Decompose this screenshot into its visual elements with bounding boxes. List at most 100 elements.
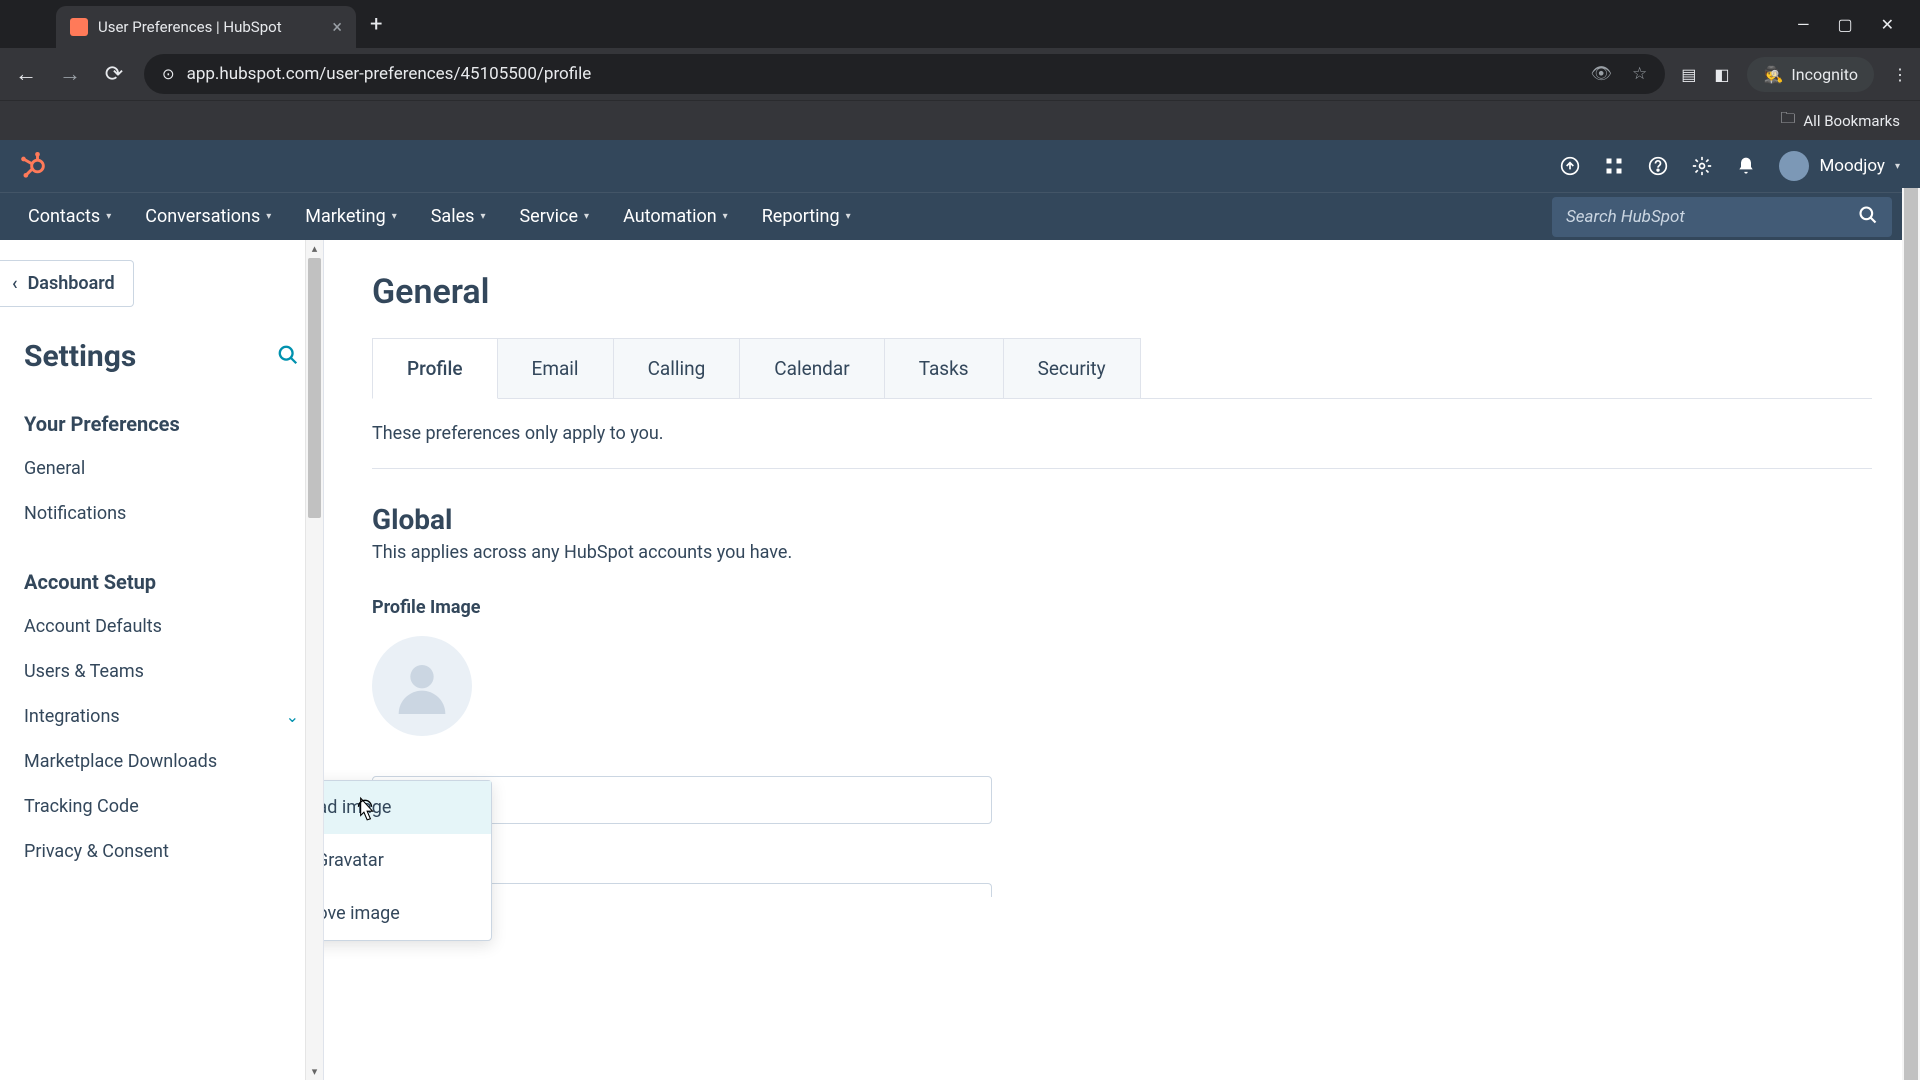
side-panel-icon[interactable]: ◧ <box>1714 65 1729 84</box>
back-to-dashboard-button[interactable]: ‹ Dashboard <box>0 260 134 307</box>
nav-service[interactable]: Service▾ <box>519 206 589 227</box>
url-field[interactable]: ⊙ app.hubspot.com/user-preferences/45105… <box>144 54 1665 94</box>
bookmark-star-icon[interactable]: ☆ <box>1632 64 1647 84</box>
tab-tasks[interactable]: Tasks <box>884 338 1004 398</box>
notifications-bell-icon[interactable] <box>1735 155 1757 177</box>
scrollbar-thumb[interactable] <box>308 258 321 518</box>
help-icon[interactable] <box>1647 155 1669 177</box>
incognito-icon: 🕵 <box>1763 65 1783 84</box>
nav-conversations[interactable]: Conversations▾ <box>145 206 271 227</box>
app-header: Moodjoy ▾ <box>0 140 1920 192</box>
sidebar-scrollbar[interactable]: ▴ ▾ <box>305 240 323 1080</box>
forward-button[interactable]: → <box>56 61 84 87</box>
minimize-icon[interactable]: — <box>1797 15 1810 34</box>
search-box[interactable] <box>1552 197 1892 237</box>
scroll-down-icon[interactable]: ▾ <box>306 1065 323 1078</box>
sidebar-item-notifications[interactable]: Notifications <box>0 491 323 536</box>
all-bookmarks-button[interactable]: 🗀 All Bookmarks <box>1780 108 1900 133</box>
chevron-down-icon: ▾ <box>480 211 485 222</box>
chevron-left-icon: ‹ <box>12 273 18 294</box>
sidebar-item-label: Tracking Code <box>24 796 139 817</box>
url-bar: ← → ⟳ ⊙ app.hubspot.com/user-preferences… <box>0 48 1920 100</box>
reading-list-icon[interactable]: ▤ <box>1681 65 1696 84</box>
sidebar-item-label: General <box>24 458 85 479</box>
sidebar-item-label: Integrations <box>24 706 120 727</box>
last-name-label: Last name <box>372 852 1872 873</box>
sidebar-item-account-defaults[interactable]: Account Defaults <box>0 604 323 649</box>
search-icon[interactable] <box>1858 205 1878 229</box>
sidebar-section-preferences: Your Preferences <box>0 398 323 446</box>
tab-calendar[interactable]: Calendar <box>739 338 884 398</box>
hubspot-favicon <box>70 18 88 36</box>
sidebar-item-label: Marketplace Downloads <box>24 751 217 772</box>
dropdown-remove-image[interactable]: Remove image <box>324 887 491 940</box>
sidebar-item-privacy-consent[interactable]: Privacy & Consent <box>0 829 323 874</box>
profile-image-avatar[interactable] <box>372 636 472 736</box>
incognito-badge[interactable]: 🕵 Incognito <box>1747 57 1874 92</box>
back-button[interactable]: ← <box>12 61 40 87</box>
nav-contacts[interactable]: Contacts▾ <box>28 206 111 227</box>
chevron-down-icon: ▾ <box>723 211 728 222</box>
profile-image-label: Profile Image <box>372 597 1872 618</box>
tab-calling[interactable]: Calling <box>613 338 741 398</box>
folder-icon: 🗀 <box>1780 108 1795 133</box>
all-bookmarks-label: All Bookmarks <box>1803 112 1900 130</box>
sidebar-item-marketplace-downloads[interactable]: Marketplace Downloads <box>0 739 323 784</box>
tab-email[interactable]: Email <box>497 338 614 398</box>
scroll-up-icon[interactable]: ▴ <box>306 242 323 255</box>
user-avatar <box>1779 151 1809 181</box>
content-area: General Profile Email Calling Calendar T… <box>324 240 1920 1080</box>
chevron-down-icon: ▾ <box>106 211 111 222</box>
scrollbar-thumb[interactable] <box>1904 188 1918 1080</box>
chevron-down-icon: ⌄ <box>286 707 299 726</box>
sidebar-item-users-teams[interactable]: Users & Teams <box>0 649 323 694</box>
dropdown-upload-image[interactable]: Upload image <box>324 781 491 834</box>
dropdown-use-gravatar[interactable]: Use Gravatar <box>324 834 491 887</box>
sidebar: ‹ Dashboard Settings Your Preferences Ge… <box>0 240 324 1080</box>
global-section-desc: This applies across any HubSpot accounts… <box>372 542 1872 563</box>
sidebar-item-label: Notifications <box>24 503 126 524</box>
profile-image-dropdown: Upload image Use Gravatar Remove image <box>324 780 492 941</box>
sidebar-item-tracking-code[interactable]: Tracking Code <box>0 784 323 829</box>
search-input[interactable] <box>1566 207 1858 227</box>
browser-menu-icon[interactable]: ⋮ <box>1892 65 1908 84</box>
user-name-label: Moodjoy <box>1819 156 1885 176</box>
global-section-title: Global <box>372 503 1872 536</box>
tabs: Profile Email Calling Calendar Tasks Sec… <box>372 338 1872 399</box>
sidebar-item-integrations[interactable]: Integrations ⌄ <box>0 694 323 739</box>
user-menu[interactable]: Moodjoy ▾ <box>1779 151 1900 181</box>
settings-title: Settings <box>24 339 136 374</box>
browser-tab[interactable]: User Preferences | HubSpot × <box>56 6 356 48</box>
nav-label: Sales <box>431 206 475 227</box>
marketplace-icon[interactable] <box>1603 155 1625 177</box>
dashboard-label: Dashboard <box>28 273 115 294</box>
eye-off-icon[interactable]: 👁 <box>1590 64 1612 84</box>
new-tab-button[interactable]: + <box>356 12 396 37</box>
close-tab-icon[interactable]: × <box>332 17 342 38</box>
nav-sales[interactable]: Sales ▾ <box>431 206 486 227</box>
nav-marketing[interactable]: Marketing▾ <box>305 206 396 227</box>
tab-strip: User Preferences | HubSpot × + — ▢ ✕ <box>0 0 1920 48</box>
close-window-icon[interactable]: ✕ <box>1881 15 1894 34</box>
browser-chrome: User Preferences | HubSpot × + — ▢ ✕ ← →… <box>0 0 1920 140</box>
chevron-down-icon: ▾ <box>392 211 397 222</box>
sidebar-item-label: Account Defaults <box>24 616 162 637</box>
settings-gear-icon[interactable] <box>1691 155 1713 177</box>
nav-reporting[interactable]: Reporting▾ <box>762 206 851 227</box>
reload-button[interactable]: ⟳ <box>100 62 128 87</box>
settings-search-icon[interactable] <box>277 344 299 370</box>
tab-note: These preferences only apply to you. <box>372 399 1872 469</box>
page-scrollbar[interactable] <box>1902 188 1920 1080</box>
hubspot-logo-icon[interactable] <box>20 152 48 180</box>
tab-security[interactable]: Security <box>1003 338 1141 398</box>
site-info-icon[interactable]: ⊙ <box>162 65 175 83</box>
nav-automation[interactable]: Automation▾ <box>623 206 728 227</box>
app-body: ‹ Dashboard Settings Your Preferences Ge… <box>0 240 1920 1080</box>
chevron-down-icon: ▾ <box>584 211 589 222</box>
upgrade-icon[interactable] <box>1559 155 1581 177</box>
tab-profile[interactable]: Profile <box>372 338 498 399</box>
maximize-icon[interactable]: ▢ <box>1837 15 1852 34</box>
sidebar-section-account: Account Setup <box>0 556 323 604</box>
bookmarks-bar: 🗀 All Bookmarks <box>0 100 1920 140</box>
sidebar-item-general[interactable]: General <box>0 446 323 491</box>
